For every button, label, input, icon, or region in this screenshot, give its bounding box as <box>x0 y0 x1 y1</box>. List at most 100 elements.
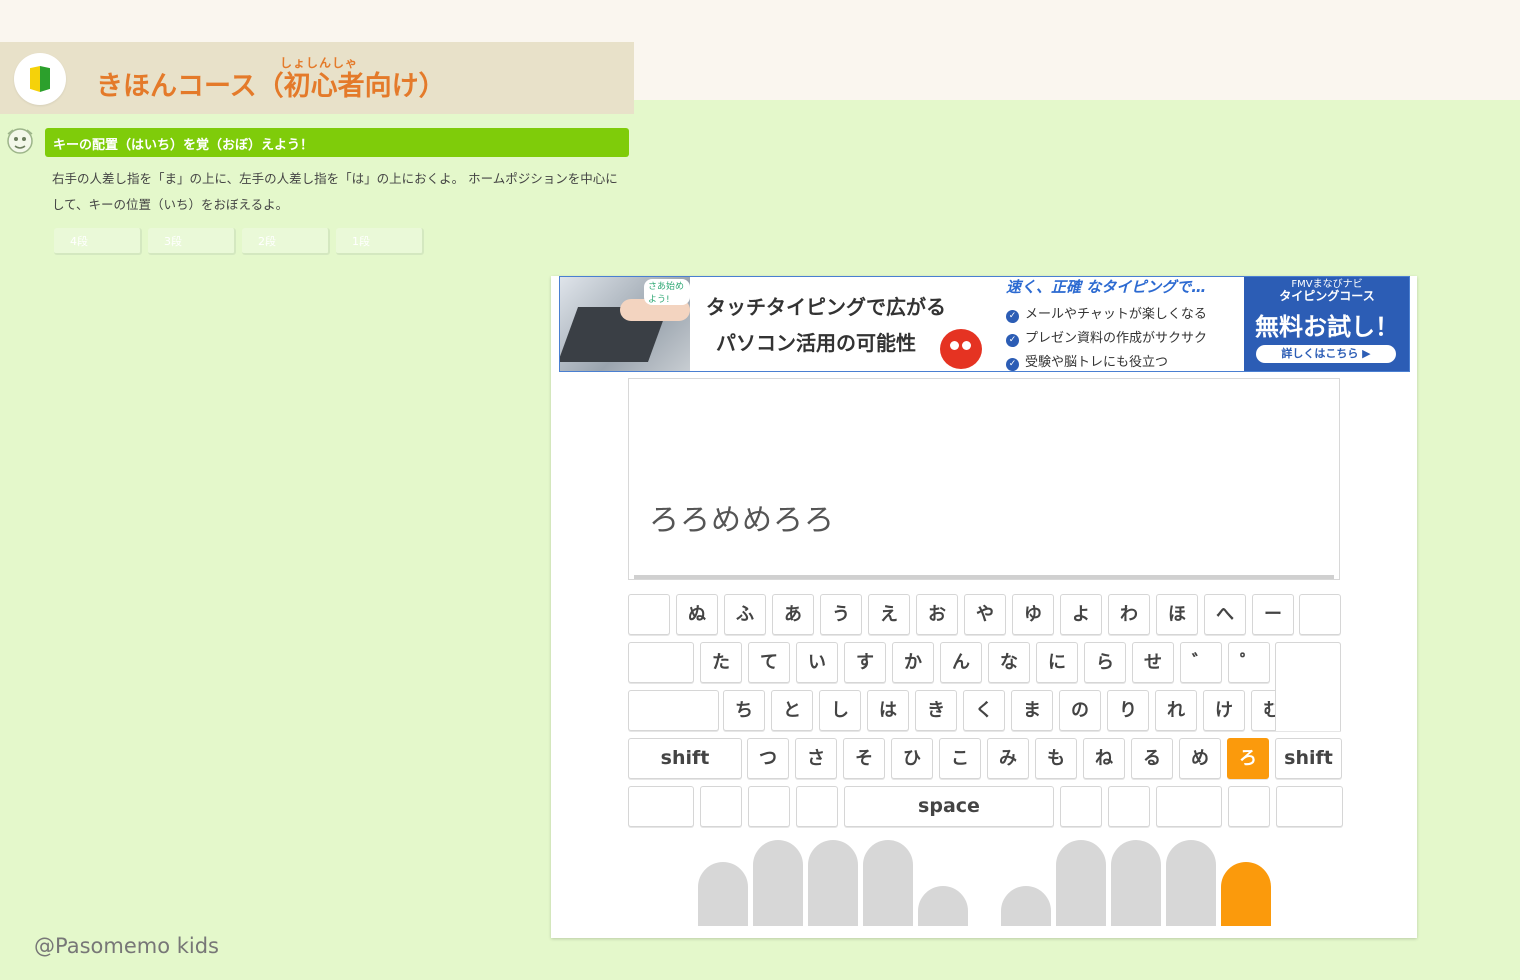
key-る[interactable]: る <box>1131 738 1173 779</box>
key-れ[interactable]: れ <box>1155 690 1197 731</box>
key-に[interactable]: に <box>1036 642 1078 683</box>
ad-cta-main: 無料お試し！ <box>1255 313 1399 341</box>
course-title: きほんコース（初心者向け） <box>96 71 446 102</box>
key-ま[interactable]: ま <box>1011 690 1053 731</box>
ad-bullet: ✓ プレゼン資料の作成がサクサク <box>1006 327 1207 347</box>
key-か[interactable]: か <box>892 642 934 683</box>
blank-key[interactable] <box>628 642 694 683</box>
space-key[interactable]: space <box>844 786 1054 827</box>
key-゜[interactable]: ゜ <box>1228 642 1270 683</box>
key-よ[interactable]: よ <box>1060 594 1102 635</box>
key-い[interactable]: い <box>796 642 838 683</box>
check-icon: ✓ <box>1006 310 1019 323</box>
blank-key[interactable] <box>1060 786 1102 827</box>
ad-photo: さあ始めよう! <box>560 277 690 371</box>
key-や[interactable]: や <box>964 594 1006 635</box>
blank-key[interactable] <box>628 690 719 731</box>
lesson-title: キーの配置（はいち）を覚（おぼ）えよう！ <box>53 138 314 153</box>
key-ひ[interactable]: ひ <box>891 738 933 779</box>
key-え[interactable]: え <box>868 594 910 635</box>
row-tab-1[interactable]: 1段 <box>336 228 424 255</box>
blank-key[interactable] <box>1228 786 1270 827</box>
key-す[interactable]: す <box>844 642 886 683</box>
ad-banner[interactable]: さあ始めよう! タッチタイピングで広がる パソコン活用の可能性 速く、正確 なタ… <box>559 276 1410 372</box>
ad-tagline: 速く、正確 なタイピングで… <box>1006 278 1207 296</box>
key-゛[interactable]: ゛ <box>1180 642 1222 683</box>
ad-headline-1: タッチタイピングで広がる <box>706 295 946 319</box>
lesson-title-bar: キーの配置（はいち）を覚（おぼ）えよう！ <box>45 128 629 157</box>
right-middle-finger <box>1111 840 1161 926</box>
ad-bullet: ✓ 受験や脳トレにも役立つ <box>1006 351 1168 371</box>
blank-key[interactable] <box>628 594 670 635</box>
key-し[interactable]: し <box>819 690 861 731</box>
right-ring-finger <box>1166 840 1216 926</box>
left-pinky-finger <box>698 862 748 926</box>
key-ら[interactable]: ら <box>1084 642 1126 683</box>
key-そ[interactable]: そ <box>843 738 885 779</box>
key-け[interactable]: け <box>1203 690 1245 731</box>
key-の[interactable]: の <box>1059 690 1101 731</box>
typing-display: ろろめめろろ <box>628 378 1340 580</box>
ad-bullet: ✓ メールやチャットが楽しくなる <box>1006 303 1207 323</box>
key-お[interactable]: お <box>916 594 958 635</box>
key-ろ[interactable]: ろ <box>1227 738 1269 779</box>
blank-key[interactable] <box>1299 594 1341 635</box>
key-ふ[interactable]: ふ <box>724 594 766 635</box>
key-た[interactable]: た <box>700 642 742 683</box>
key-せ[interactable]: せ <box>1132 642 1174 683</box>
key-ね[interactable]: ね <box>1083 738 1125 779</box>
key-ほ[interactable]: ほ <box>1156 594 1198 635</box>
key-さ[interactable]: さ <box>795 738 837 779</box>
shift-key[interactable]: shift <box>628 738 742 779</box>
key-も[interactable]: も <box>1035 738 1077 779</box>
key-は[interactable]: は <box>867 690 909 731</box>
key-ち[interactable]: ち <box>723 690 765 731</box>
key-て[interactable]: て <box>748 642 790 683</box>
ad-cta-course: タイピングコース <box>1279 289 1375 303</box>
key-く[interactable]: く <box>963 690 1005 731</box>
key-な[interactable]: な <box>988 642 1030 683</box>
row-tab-4[interactable]: 4段 <box>54 228 142 255</box>
ad-mascot-icon <box>940 329 982 369</box>
key-ー[interactable]: ー <box>1252 594 1294 635</box>
key-つ[interactable]: つ <box>747 738 789 779</box>
progress-track <box>634 575 1334 579</box>
blank-key[interactable] <box>1276 786 1343 827</box>
lesson-description: 右手の人差し指を「ま」の上に、左手の人差し指を「は」の上におくよ。 ホームポジシ… <box>52 171 618 212</box>
key-こ[interactable]: こ <box>939 738 981 779</box>
check-icon: ✓ <box>1006 358 1019 371</box>
key-あ[interactable]: あ <box>772 594 814 635</box>
blank-key[interactable] <box>1156 786 1222 827</box>
ad-cta-button[interactable]: 詳しくはこちら ▶ <box>1256 345 1396 363</box>
key-り[interactable]: り <box>1107 690 1149 731</box>
shift-key[interactable]: shift <box>1275 738 1342 779</box>
key-へ[interactable]: へ <box>1204 594 1246 635</box>
key-ぬ[interactable]: ぬ <box>676 594 718 635</box>
key-と[interactable]: と <box>771 690 813 731</box>
blank-key[interactable] <box>700 786 742 827</box>
right-pinky-finger <box>1221 862 1271 926</box>
mascot-icon <box>7 128 33 154</box>
key-み[interactable]: み <box>987 738 1029 779</box>
key-め[interactable]: め <box>1179 738 1221 779</box>
ad-headline-2: パソコン活用の可能性 <box>716 331 916 355</box>
blank-key[interactable] <box>1108 786 1150 827</box>
left-index-finger <box>863 840 913 926</box>
enter-key[interactable] <box>1275 642 1341 731</box>
key-ゆ[interactable]: ゆ <box>1012 594 1054 635</box>
key-う[interactable]: う <box>820 594 862 635</box>
right-index-finger <box>1056 840 1106 926</box>
course-header: しょしんしゃ きほんコース（初心者向け） <box>0 42 634 114</box>
left-middle-finger <box>808 840 858 926</box>
blank-key[interactable] <box>748 786 790 827</box>
blank-key[interactable] <box>796 786 838 827</box>
key-わ[interactable]: わ <box>1108 594 1150 635</box>
row-tab-3[interactable]: 3段 <box>148 228 236 255</box>
ad-cta[interactable]: FMVまなびナビ タイピングコース 無料お試し！ 詳しくはこちら ▶ <box>1244 277 1409 371</box>
key-き[interactable]: き <box>915 690 957 731</box>
blank-key[interactable] <box>628 786 694 827</box>
row-tab-2[interactable]: 2段 <box>242 228 330 255</box>
beginner-mark-icon <box>14 53 66 105</box>
key-ん[interactable]: ん <box>940 642 982 683</box>
ad-bubble: さあ始めよう! <box>644 279 690 305</box>
